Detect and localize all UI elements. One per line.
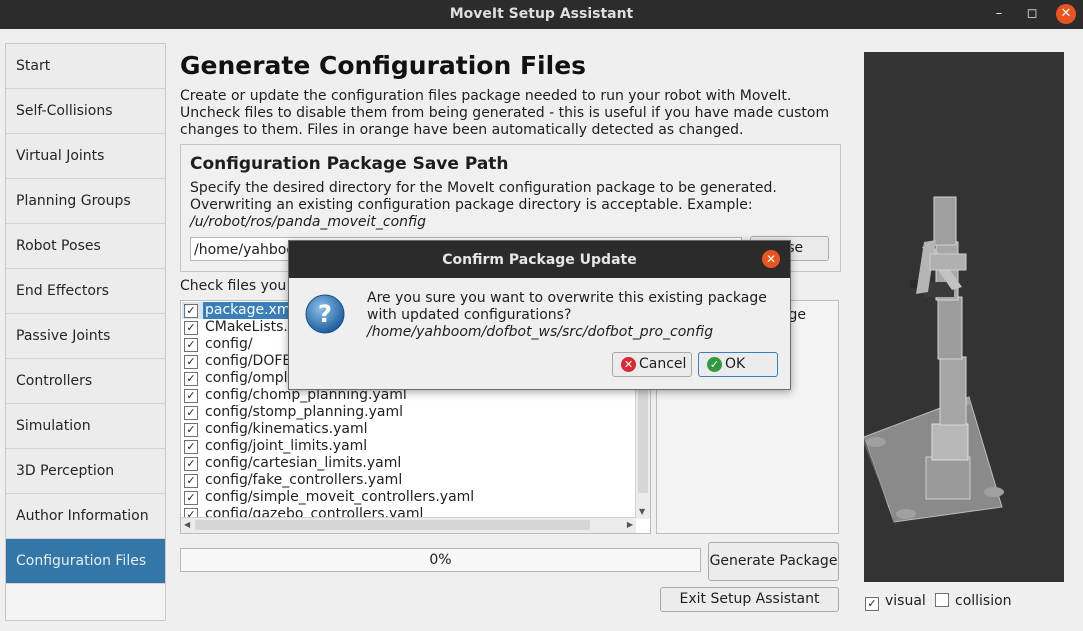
sidebar-item-label: Self-Collisions	[16, 103, 113, 119]
dialog-message: Are you sure you want to overwrite this …	[367, 290, 777, 341]
sidebar-item-label: Passive Joints	[16, 328, 111, 344]
file-name: config/joint_limits.yaml	[205, 438, 368, 454]
sidebar-item-end-effectors[interactable]: End Effectors	[6, 269, 165, 314]
collision-checkbox-label: collision	[955, 593, 1012, 609]
sidebar-item-label: Start	[16, 58, 51, 74]
scroll-down-icon[interactable]: ▼	[639, 507, 645, 516]
file-row[interactable]: ✓ config/joint_limits.yaml	[182, 438, 637, 455]
sidebar-item-robot-poses[interactable]: Robot Poses	[6, 224, 165, 269]
visual-checkbox[interactable]: ✓ visual	[865, 593, 926, 611]
sidebar-item-label: Configuration Files	[16, 553, 147, 569]
cancel-icon: ✕	[621, 357, 636, 372]
scrollbar-thumb[interactable]	[195, 520, 590, 530]
dialog-title: Confirm Package Update	[442, 252, 637, 268]
file-name: config/simple_moveit_controllers.yaml	[205, 489, 475, 505]
save-path-example: /u/robot/ros/panda_moveit_config	[190, 214, 426, 230]
sidebar-item-start[interactable]: Start	[6, 44, 165, 89]
robot-model-image	[863, 196, 1004, 528]
sidebar-item-author-information[interactable]: Author Information	[6, 494, 165, 539]
exit-setup-assistant-button[interactable]: Exit Setup Assistant	[660, 587, 839, 612]
visual-checkbox-box[interactable]: ✓	[865, 597, 879, 611]
cancel-button-label: Cancel	[639, 356, 687, 372]
sidebar-item-label: 3D Perception	[16, 463, 115, 479]
dialog-message-text: Are you sure you want to overwrite this …	[367, 290, 767, 323]
window-titlebar: MoveIt Setup Assistant – ◻ ✕	[0, 0, 1083, 29]
scroll-left-icon[interactable]: ◀	[184, 520, 190, 529]
collision-checkbox-box[interactable]	[935, 593, 949, 607]
scroll-right-icon[interactable]: ▶	[627, 520, 633, 529]
file-name: config/ompl	[205, 370, 288, 386]
page-intro: Create or update the configuration files…	[180, 88, 830, 138]
sidebar-item-label: Author Information	[16, 508, 149, 524]
file-name: config/stomp_planning.yaml	[205, 404, 404, 420]
svg-text:?: ?	[318, 300, 332, 328]
file-checkbox[interactable]: ✓	[184, 440, 198, 454]
file-checkbox[interactable]: ✓	[184, 406, 198, 420]
sidebar-item-passive-joints[interactable]: Passive Joints	[6, 314, 165, 359]
dialog-close-icon[interactable]: ✕	[762, 250, 780, 268]
ok-button-label: OK	[725, 356, 746, 372]
sidebar: Start Self-Collisions Virtual Joints Pla…	[5, 43, 166, 621]
save-path-description-text: Specify the desired directory for the Mo…	[190, 180, 777, 213]
visual-checkbox-label: visual	[885, 593, 926, 609]
files-list-label: Check files you v	[180, 278, 300, 294]
file-name: config/fake_controllers.yaml	[205, 472, 403, 488]
sidebar-item-self-collisions[interactable]: Self-Collisions	[6, 89, 165, 134]
sidebar-item-3d-perception[interactable]: 3D Perception	[6, 449, 165, 494]
file-name: CMakeLists.t	[205, 319, 294, 335]
sidebar-item-planning-groups[interactable]: Planning Groups	[6, 179, 165, 224]
sidebar-item-label: Planning Groups	[16, 193, 131, 209]
dialog-package-path: /home/yahboom/dofbot_ws/src/dofbot_pro_c…	[367, 324, 714, 340]
generate-package-button[interactable]: Generate Package	[708, 542, 839, 581]
file-row[interactable]: ✓ config/kinematics.yaml	[182, 421, 637, 438]
maximize-icon[interactable]: ◻	[1022, 4, 1042, 24]
file-name: config/kinematics.yaml	[205, 421, 368, 437]
progress-label: 0%	[429, 552, 452, 568]
file-checkbox[interactable]: ✓	[184, 338, 198, 352]
sidebar-item-controllers[interactable]: Controllers	[6, 359, 165, 404]
file-name: config/DOFE	[205, 353, 292, 369]
minimize-icon[interactable]: –	[989, 4, 1009, 24]
horizontal-scrollbar[interactable]: ◀ ▶	[181, 517, 636, 533]
file-checkbox[interactable]: ✓	[184, 372, 198, 386]
page-title: Generate Configuration Files	[180, 51, 587, 80]
file-name: package.xml	[203, 302, 297, 319]
sidebar-item-virtual-joints[interactable]: Virtual Joints	[6, 134, 165, 179]
file-checkbox[interactable]: ✓	[184, 304, 198, 318]
ok-icon: ✓	[707, 357, 722, 372]
sidebar-item-label: End Effectors	[16, 283, 109, 299]
file-name: config/cartesian_limits.yaml	[205, 455, 402, 471]
file-name: config/	[205, 336, 253, 352]
progress-bar: 0%	[180, 548, 701, 572]
file-row[interactable]: ✓ config/fake_controllers.yaml	[182, 472, 637, 489]
file-row[interactable]: ✓ config/stomp_planning.yaml	[182, 404, 637, 421]
robot-3d-viewer[interactable]	[863, 52, 1064, 582]
collision-checkbox[interactable]: collision	[935, 593, 1012, 609]
file-checkbox[interactable]: ✓	[184, 355, 198, 369]
file-checkbox[interactable]: ✓	[184, 457, 198, 471]
sidebar-item-label: Controllers	[16, 373, 93, 389]
sidebar-item-configuration-files[interactable]: Configuration Files	[6, 539, 165, 584]
sidebar-item-label: Simulation	[16, 418, 91, 434]
question-icon: ?	[305, 294, 345, 334]
window-title: MoveIt Setup Assistant	[449, 6, 634, 22]
file-row[interactable]: ✓ config/simple_moveit_controllers.yaml	[182, 489, 637, 506]
file-checkbox[interactable]: ✓	[184, 321, 198, 335]
file-checkbox[interactable]: ✓	[184, 423, 198, 437]
file-checkbox[interactable]: ✓	[184, 491, 198, 505]
save-path-heading: Configuration Package Save Path	[190, 154, 509, 174]
sidebar-item-simulation[interactable]: Simulation	[6, 404, 165, 449]
ok-button[interactable]: ✓ OK	[698, 352, 778, 377]
file-checkbox[interactable]: ✓	[184, 474, 198, 488]
dialog-titlebar: Confirm Package Update ✕	[289, 241, 790, 278]
file-checkbox[interactable]: ✓	[184, 389, 198, 403]
close-window-icon[interactable]: ✕	[1056, 4, 1076, 24]
file-row[interactable]: ✓ config/cartesian_limits.yaml	[182, 455, 637, 472]
cancel-button[interactable]: ✕ Cancel	[612, 352, 692, 377]
sidebar-item-label: Robot Poses	[16, 238, 101, 254]
save-path-description: Specify the desired directory for the Mo…	[190, 180, 830, 231]
confirm-dialog: Confirm Package Update ✕ ? Are you sure …	[288, 240, 791, 390]
sidebar-item-label: Virtual Joints	[16, 148, 105, 164]
